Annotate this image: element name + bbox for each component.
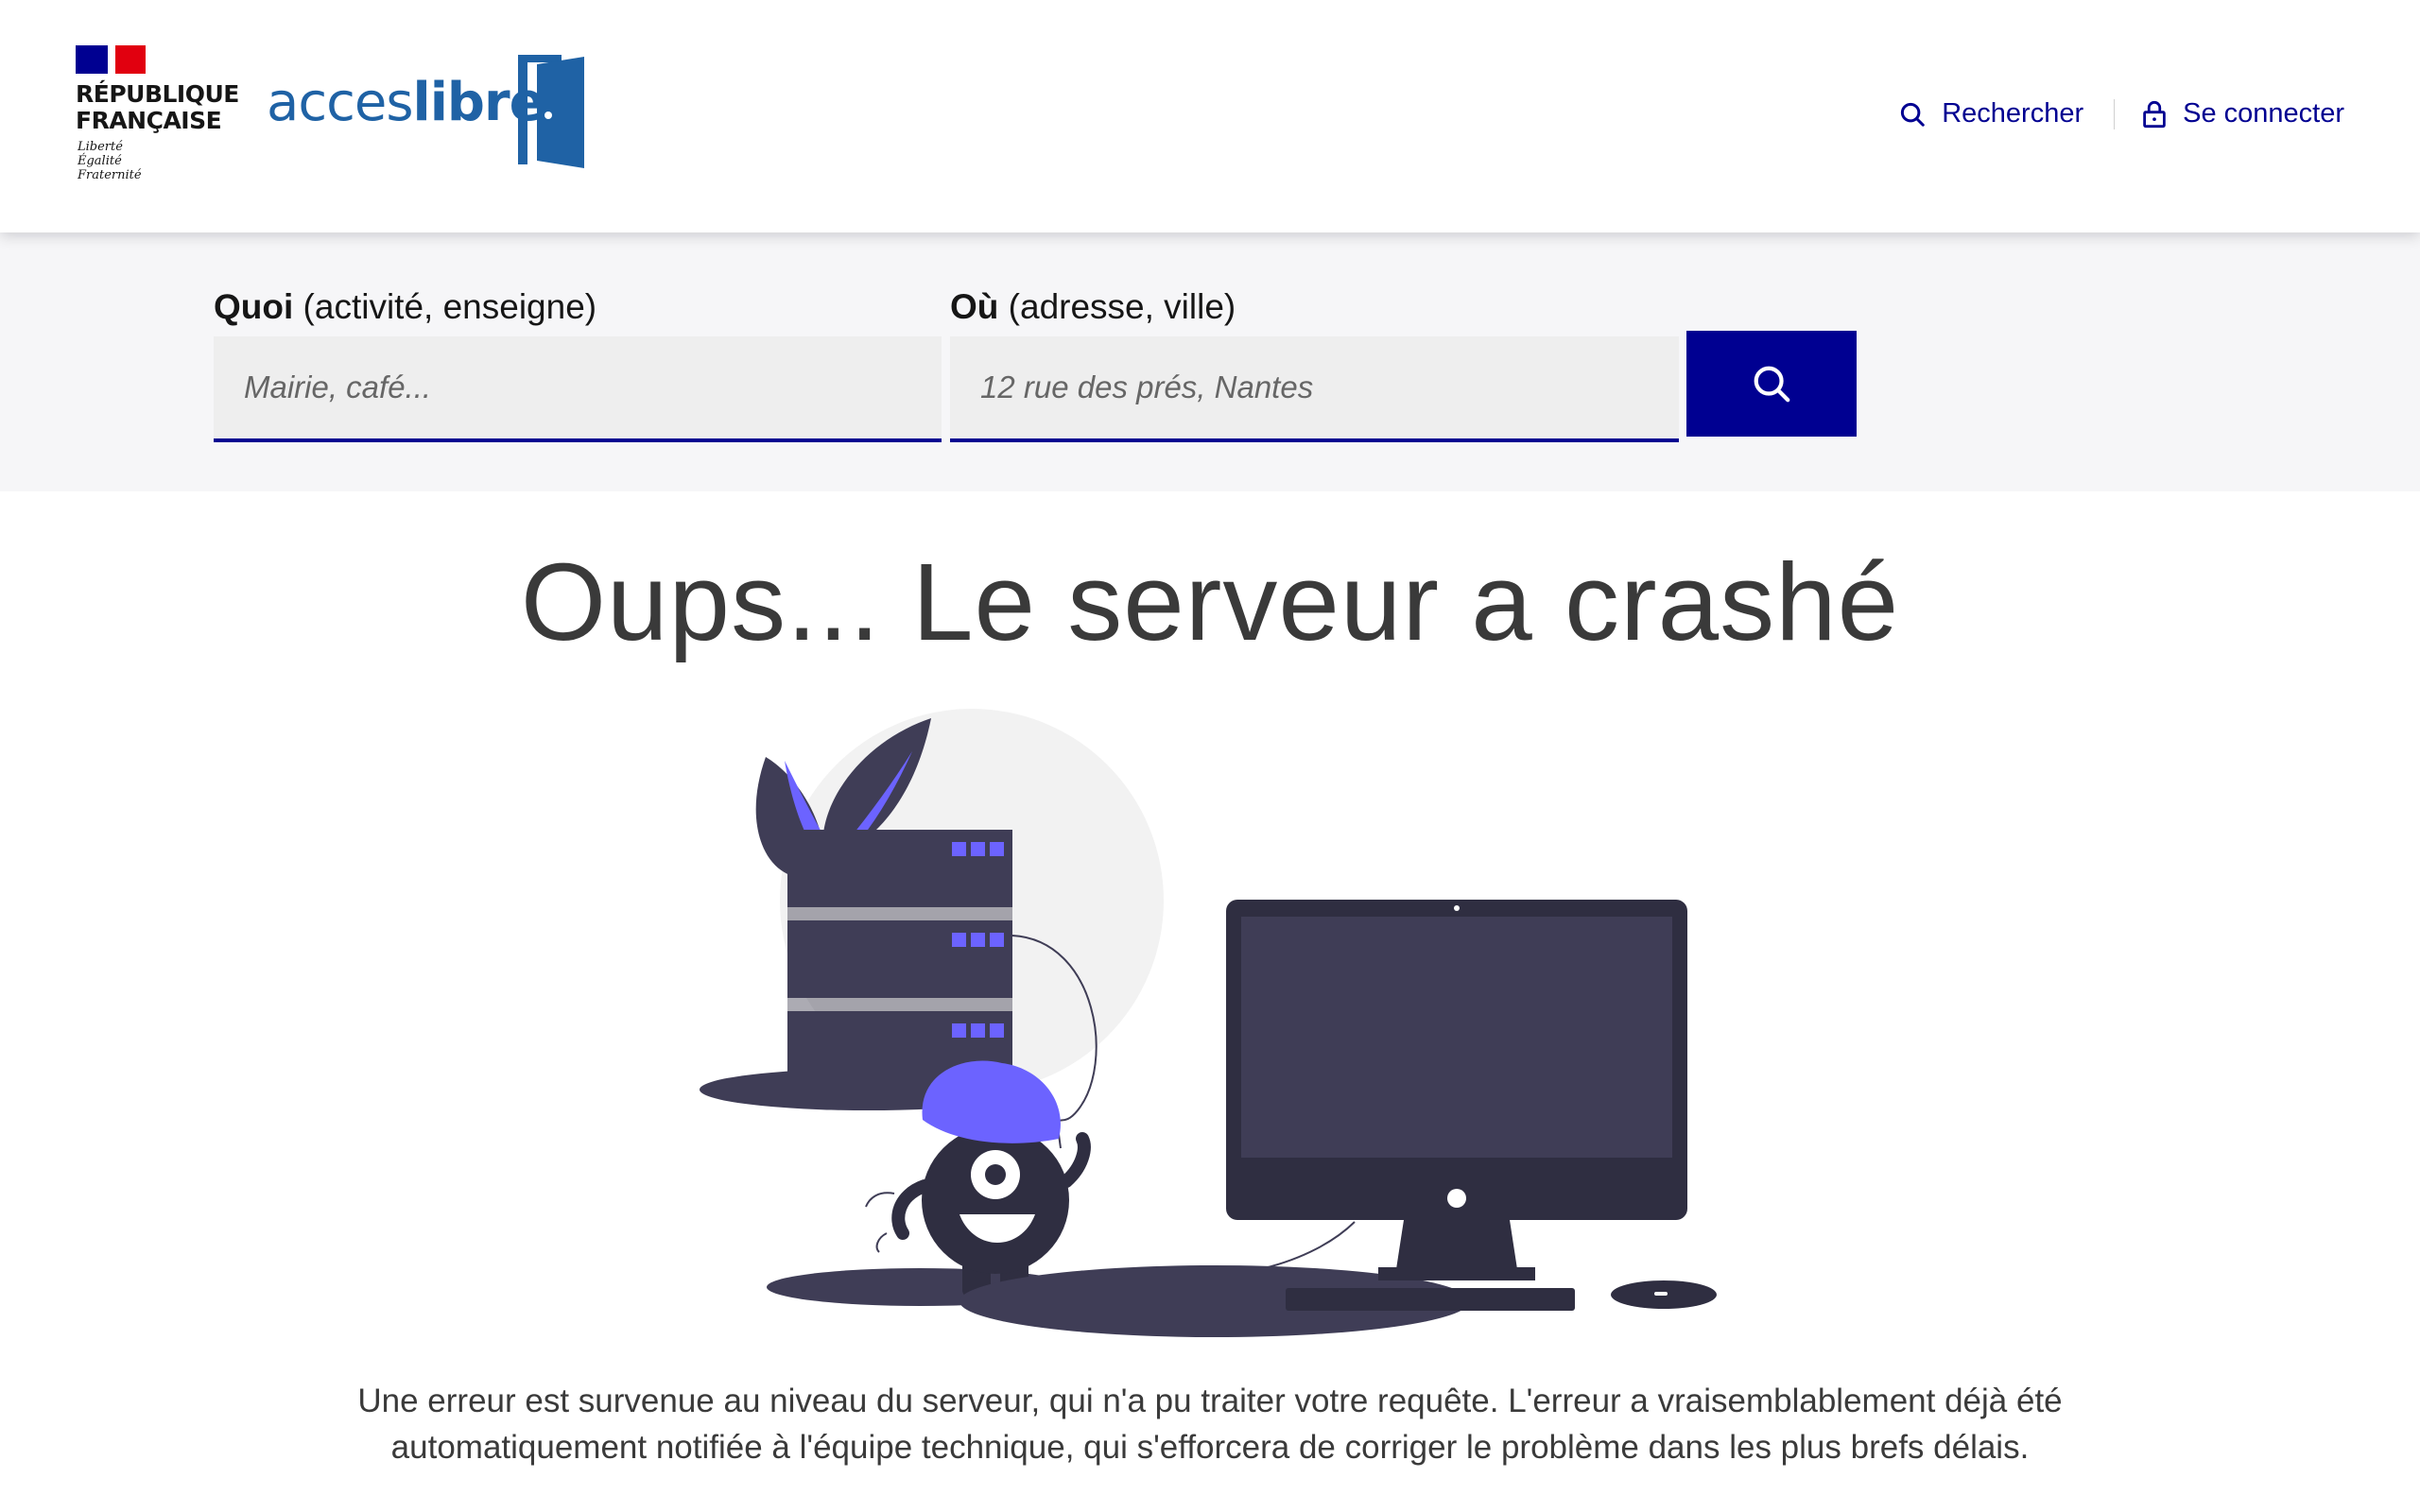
search-icon (1901, 102, 1925, 127)
where-label: Où (adresse, ville) (950, 287, 1679, 331)
gov-name: RÉPUBLIQUE FRANÇAISE (76, 81, 265, 134)
where-input[interactable] (950, 336, 1679, 442)
motto-fraternite: Fraternité (78, 168, 142, 182)
server-crash-illustration (700, 709, 1717, 1337)
where-label-rest: (adresse, ville) (998, 287, 1236, 326)
brand-part1: acces (267, 72, 414, 133)
nav-divider (2114, 98, 2116, 129)
nav-login-link[interactable]: Se connecter (2141, 98, 2344, 129)
error-message: Une erreur est survenue au niveau du ser… (357, 1383, 2063, 1466)
search-icon (1754, 366, 1790, 403)
what-label-bold: Quoi (214, 287, 294, 326)
where-field: Où (adresse, ville) (950, 287, 1679, 442)
gov-name-line2: FRANÇAISE (76, 107, 222, 134)
where-label-bold: Où (950, 287, 999, 326)
lock-icon (2143, 100, 2166, 128)
gov-name-line1: RÉPUBLIQUE (76, 80, 239, 108)
acceslibre-logo[interactable]: acceslibre (267, 49, 597, 172)
search-submit-button[interactable] (1686, 331, 1857, 437)
nav-search-label: Rechercher (1942, 98, 2084, 129)
what-field: Quoi (activité, enseigne) (214, 287, 942, 442)
nav-login-label: Se connecter (2183, 98, 2344, 129)
gov-motto: Liberté Égalité Fraternité (78, 140, 142, 182)
republique-francaise-logo[interactable]: RÉPUBLIQUE FRANÇAISE Liberté Égalité Fra… (76, 45, 246, 197)
marianne-flag-icon (76, 45, 146, 74)
what-label: Quoi (activité, enseigne) (214, 287, 942, 331)
door-icon (518, 55, 584, 168)
search-band: Quoi (activité, enseigne) Où (adresse, v… (0, 232, 2420, 491)
site-header: RÉPUBLIQUE FRANÇAISE Liberté Égalité Fra… (0, 0, 2420, 232)
acceslibre-wordmark: acceslibre (267, 72, 545, 133)
motto-egalite: Égalité (78, 154, 122, 168)
header-nav: Rechercher Se connecter (1898, 98, 2344, 129)
page-title: Oups... Le serveur a crashé (520, 541, 1900, 663)
what-label-rest: (activité, enseigne) (293, 287, 597, 326)
nav-search-link[interactable]: Rechercher (1898, 98, 2083, 129)
motto-liberte: Liberté (78, 140, 123, 154)
what-input[interactable] (214, 336, 942, 442)
